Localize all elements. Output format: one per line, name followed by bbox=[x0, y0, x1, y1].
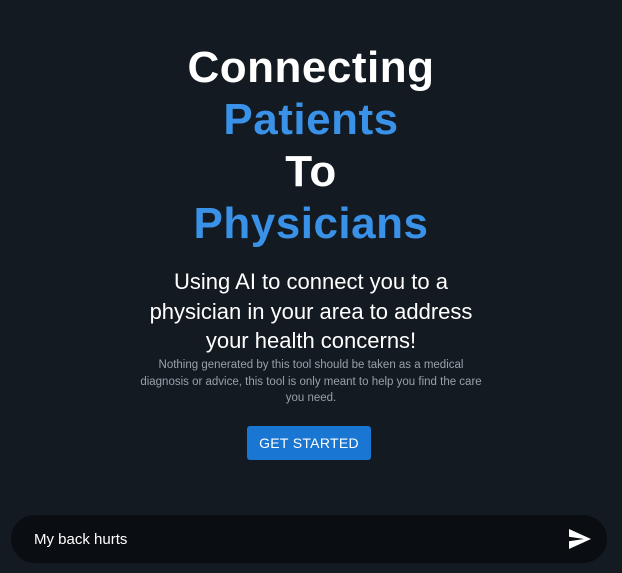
headline-physicians: Physicians bbox=[193, 199, 429, 248]
hero-subtitle: Using AI to connect you to a physician i… bbox=[149, 269, 473, 353]
symptom-input[interactable] bbox=[34, 515, 534, 563]
get-started-button[interactable]: GET STARTED bbox=[247, 426, 371, 460]
chat-bar bbox=[11, 515, 607, 563]
headline-to: To bbox=[285, 147, 337, 196]
landing-page: Connecting Patients To Physicians Using … bbox=[0, 0, 622, 573]
headline-connecting: Connecting bbox=[187, 43, 435, 92]
medical-disclaimer: Nothing generated by this tool should be… bbox=[140, 359, 482, 404]
headline-patients: Patients bbox=[223, 95, 399, 144]
send-icon[interactable] bbox=[567, 527, 593, 551]
